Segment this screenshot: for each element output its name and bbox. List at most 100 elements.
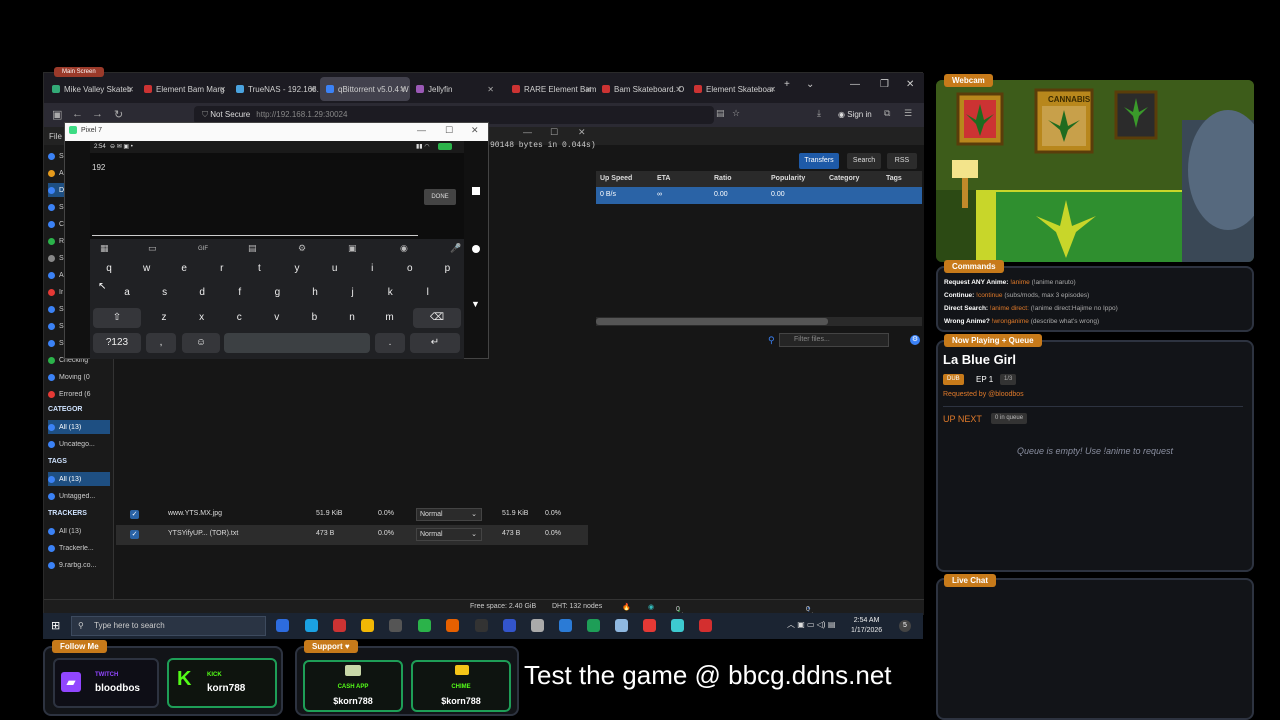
palette-icon[interactable]: ◉ <box>400 243 408 254</box>
comma-key[interactable]: , <box>146 333 176 353</box>
col-ratio[interactable]: Ratio <box>714 175 732 182</box>
key-g[interactable]: g <box>261 283 293 303</box>
priority-select[interactable]: Normal ⌄ <box>416 528 482 541</box>
minimize-icon[interactable]: — <box>417 125 426 135</box>
sidebar-status-item[interactable]: Errored (6 <box>48 387 110 401</box>
key-n[interactable]: n <box>336 308 368 328</box>
tab-list-icon[interactable]: ⌄ <box>806 79 814 90</box>
close-icon[interactable]: ✕ <box>399 85 406 94</box>
key-f[interactable]: f <box>224 283 256 303</box>
forward-icon[interactable]: → <box>92 108 103 120</box>
file-row[interactable]: ✓ YTSYifyUP... (TOR).txt 473 B 0.0% Norm… <box>116 525 588 545</box>
extensions-icon[interactable]: ⧉ <box>884 108 890 119</box>
close-icon[interactable]: ✕ <box>769 85 776 94</box>
close-window-icon[interactable]: ✕ <box>906 79 914 90</box>
firefox-icon[interactable] <box>446 619 459 632</box>
reader-icon[interactable]: ▤ <box>716 108 725 119</box>
tab-4[interactable]: Jellyfin ✕ <box>410 77 498 101</box>
col-category[interactable]: Category <box>829 175 859 182</box>
minimize-icon[interactable]: — <box>850 79 860 90</box>
key-z[interactable]: z <box>148 308 180 328</box>
sign-in-button[interactable]: ◉ Sign in <box>838 110 872 119</box>
key-u[interactable]: u <box>319 259 351 279</box>
period-key[interactable]: . <box>375 333 405 353</box>
key-t[interactable]: t <box>243 259 275 279</box>
col-up-speed[interactable]: Up Speed <box>600 175 632 182</box>
twitch-card[interactable]: ▰ TWITCH bloodbos <box>53 658 159 708</box>
priority-select[interactable]: Normal ⌄ <box>416 508 482 521</box>
tags-header[interactable]: TAGS <box>48 458 67 465</box>
explorer-icon[interactable] <box>361 619 374 632</box>
close-icon[interactable]: ✕ <box>471 125 479 136</box>
windows-start-icon[interactable]: ⊞ <box>51 619 60 632</box>
files-icon[interactable] <box>531 619 544 632</box>
col-popularity[interactable]: Popularity <box>771 175 805 182</box>
scrollbar-thumb[interactable] <box>596 318 828 325</box>
tab-2[interactable]: TrueNAS - 192.168. ✕ <box>230 77 320 101</box>
key-j[interactable]: j <box>337 283 369 303</box>
home-icon[interactable] <box>472 245 480 253</box>
key-e[interactable]: e <box>168 259 200 279</box>
key-d[interactable]: d <box>186 283 218 303</box>
taskbar-search-input[interactable]: ⚲ Type here to search <box>71 616 266 636</box>
notification-badge[interactable]: 5 <box>899 620 911 632</box>
emoji-key-icon[interactable]: ☺ <box>182 333 220 353</box>
cortana-icon[interactable] <box>276 619 289 632</box>
search-button[interactable]: Search <box>847 153 881 169</box>
tab-0[interactable]: Mike Valley Skateb ✕ <box>46 77 138 101</box>
key-h[interactable]: h <box>299 283 331 303</box>
close-icon[interactable]: ✕ <box>219 85 226 94</box>
filter-files-input[interactable]: ⚲ Filter files... <box>768 333 889 347</box>
key-v[interactable]: v <box>261 308 293 328</box>
terminal-icon[interactable] <box>475 619 488 632</box>
grid-icon[interactable]: ▦ <box>100 243 109 254</box>
cashapp-card[interactable]: CASH APP $korn788 <box>303 660 403 712</box>
chime-card[interactable]: CHIME $korn788 <box>411 660 511 712</box>
categories-header[interactable]: CATEGOR <box>48 406 82 413</box>
sticker-icon[interactable]: ▭ <box>148 243 157 254</box>
tab-5[interactable]: RARE Element Bam ✕ <box>506 77 596 101</box>
sidebar-status-item[interactable]: Moving (0 <box>48 370 110 384</box>
tab-3[interactable]: qBittorrent v5.0.4 W ✕ <box>320 77 410 101</box>
key-s[interactable]: s <box>149 283 181 303</box>
edge-icon[interactable] <box>305 619 318 632</box>
key-m[interactable]: m <box>374 308 406 328</box>
maximize-icon[interactable]: ☐ <box>445 125 453 136</box>
backspace-key-icon[interactable]: ⌫ <box>413 308 461 328</box>
stop-icon[interactable] <box>472 187 480 195</box>
file-checkbox[interactable]: ✓ <box>130 510 139 519</box>
tray-icons[interactable]: ︿ ▣ ▭ ◁) ▤ <box>787 619 835 630</box>
emulator-app-icon[interactable] <box>418 619 431 632</box>
notepad-icon[interactable] <box>615 619 628 632</box>
file-checkbox[interactable]: ✓ <box>130 530 139 539</box>
bg-window-minimize-icon[interactable]: — <box>523 127 532 137</box>
tab-7[interactable]: Element Skateboar ✕ <box>688 77 780 101</box>
taskbar-clock[interactable]: 2:54 AM 1/17/2026 <box>851 616 882 636</box>
sidebar-categories-item[interactable]: All (13) <box>48 420 110 434</box>
phone-input-text[interactable]: 192 <box>92 163 105 172</box>
key-b[interactable]: b <box>298 308 330 328</box>
key-w[interactable]: w <box>131 259 163 279</box>
sidebar-toggle-icon[interactable]: ▣ <box>52 108 62 121</box>
key-c[interactable]: c <box>223 308 255 328</box>
media-icon[interactable] <box>503 619 516 632</box>
key-r[interactable]: r <box>206 259 238 279</box>
tab-6[interactable]: Bam Skateboard. O ✕ <box>596 77 686 101</box>
key-a[interactable]: a <box>111 283 143 303</box>
reload-icon[interactable]: ↻ <box>114 108 123 121</box>
file-menu[interactable]: File <box>49 132 62 141</box>
transfers-button[interactable]: Transfers <box>799 153 839 169</box>
tab-1[interactable]: Element Bam Marg ✕ <box>138 77 230 101</box>
translate-icon[interactable]: ▣ <box>348 243 357 254</box>
col-tags[interactable]: Tags <box>886 175 902 182</box>
vs-icon[interactable] <box>671 619 684 632</box>
close-icon[interactable]: ✕ <box>585 85 592 94</box>
back-icon[interactable]: ← <box>72 108 83 120</box>
close-icon[interactable]: ✕ <box>487 85 494 94</box>
key-o[interactable]: o <box>394 259 426 279</box>
app-icon[interactable] <box>333 619 346 632</box>
sidebar-trackers-item[interactable]: 9.rarbg.co... <box>48 558 110 572</box>
menu-icon[interactable]: ☰ <box>904 108 912 119</box>
space-key[interactable] <box>224 333 370 353</box>
enter-key-icon[interactable]: ↵ <box>410 333 460 353</box>
